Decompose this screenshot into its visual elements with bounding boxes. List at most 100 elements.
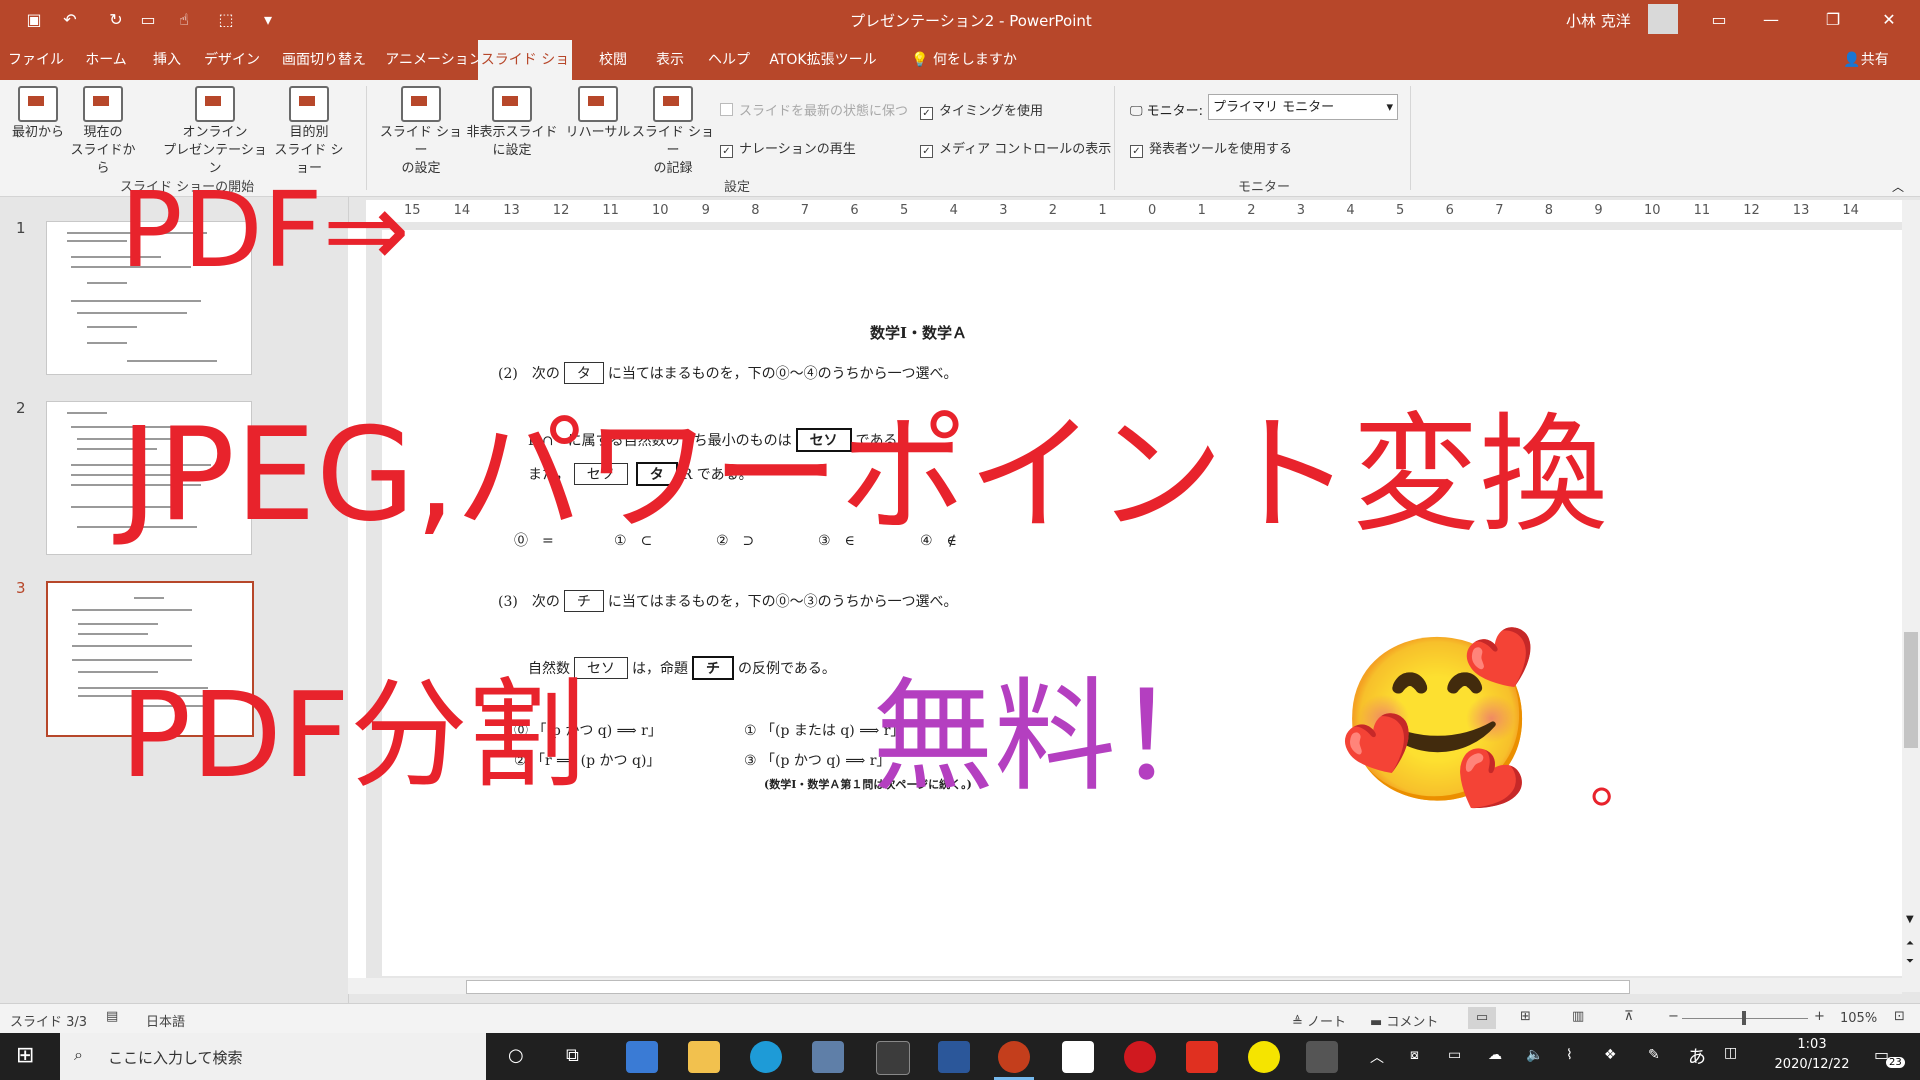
slide-canvas[interactable]: 数学Ⅰ・数学Ａ (2) 次のタに当てはまるものを，下の⓪～④のうちから一つ選べ。…	[382, 230, 1902, 976]
collapse-ribbon-icon[interactable]: ︿	[1892, 178, 1904, 195]
tab-animations[interactable]: アニメーション	[384, 40, 484, 80]
tray-app-icon[interactable]: ⧇	[1410, 1047, 1419, 1063]
thumb-number: 2	[16, 399, 26, 417]
ime-tool-icon[interactable]: ◫	[1724, 1045, 1737, 1061]
rehearse-button[interactable]: リハーサル	[564, 86, 632, 142]
tab-view[interactable]: 表示	[648, 40, 692, 80]
notification-badge: 23	[1886, 1057, 1905, 1068]
tab-transitions[interactable]: 画面切り替え	[272, 40, 376, 80]
fit-slide-icon[interactable]: ⊡	[1894, 1009, 1905, 1024]
tab-help[interactable]: ヘルプ	[700, 40, 758, 80]
present-icon[interactable]: ▭	[136, 8, 160, 32]
tab-home[interactable]: ホーム	[78, 40, 134, 80]
terminal-icon[interactable]	[876, 1041, 910, 1075]
reading-view-icon[interactable]: ▥	[1572, 1009, 1584, 1024]
windows-start-icon[interactable]: ⊞	[16, 1045, 34, 1067]
media-controls-checkbox[interactable]: ✓ メディア コントロールの表示	[920, 138, 1111, 158]
play-narration-checkbox[interactable]: ✓ ナレーションの再生	[720, 138, 856, 158]
tell-me-box[interactable]: 💡 何をしますか	[904, 40, 1024, 80]
taskbar: ⊞ ⌕ ここに入力して検索 ○ ⧉ ︿ ⧇ ▭ ☁ 🔈 ⌇ ❖ ✎ あ ◫ 1:…	[0, 1033, 1920, 1080]
notes-button[interactable]: ≜ ノート	[1292, 1011, 1346, 1030]
use-timings-checkbox[interactable]: ✓ タイミングを使用	[920, 100, 1043, 120]
tab-file[interactable]: ファイル	[6, 40, 66, 80]
vertical-scrollbar[interactable]: ▼ ⏶ ⏷	[1902, 200, 1920, 992]
monitor-select[interactable]: プライマリ モニター ▾	[1208, 94, 1398, 120]
touch-mode-icon[interactable]: ☝	[172, 8, 196, 32]
normal-view-icon[interactable]: ▭	[1468, 1007, 1496, 1029]
scroll-thumb[interactable]	[466, 980, 1630, 994]
redo-icon[interactable]: ↻	[104, 8, 128, 32]
customize-qat-icon[interactable]: ▾	[256, 8, 280, 32]
undo-icon[interactable]: ↶	[58, 8, 82, 32]
settings-app-icon[interactable]	[1186, 1041, 1218, 1073]
screenshot-icon[interactable]: ⬚	[214, 8, 238, 32]
ime-indicator[interactable]: あ	[1688, 1043, 1706, 1069]
custom-show-button[interactable]: 目的別 スライド ショー	[268, 86, 350, 178]
yellow-app-icon[interactable]	[1248, 1041, 1280, 1073]
zoom-slider-thumb[interactable]	[1742, 1011, 1746, 1025]
custom-show-icon	[289, 86, 329, 122]
ruler-tick-label: 0	[1148, 203, 1157, 218]
tab-atok[interactable]: ATOK拡張ツール	[766, 40, 880, 80]
restore-icon[interactable]: ❐	[1810, 0, 1856, 40]
presenter-view-checkbox[interactable]: ✓ 発表者ツールを使用する	[1130, 138, 1292, 158]
mail-icon[interactable]	[812, 1041, 844, 1073]
tab-slideshow[interactable]: スライド ショー	[478, 40, 572, 108]
scroll-down-icon[interactable]: ▼	[1906, 914, 1914, 925]
ribbon-display-icon[interactable]: ▭	[1696, 0, 1742, 40]
network-icon[interactable]: ⌇	[1566, 1047, 1573, 1063]
dropbox-tray-icon[interactable]: ❖	[1604, 1047, 1617, 1063]
battery-icon[interactable]: ▭	[1448, 1047, 1461, 1063]
zoom-out-icon[interactable]: −	[1668, 1009, 1679, 1024]
language-indicator[interactable]: 日本語	[146, 1011, 185, 1030]
hide-slide-button[interactable]: 非表示スライド に設定	[462, 86, 562, 160]
previous-slide-icon[interactable]: ⏶	[1906, 938, 1914, 949]
slideshow-view-icon[interactable]: ⊼	[1624, 1009, 1634, 1024]
zoom-in-icon[interactable]: +	[1814, 1009, 1825, 1024]
word-icon[interactable]	[938, 1041, 970, 1073]
minimize-icon[interactable]: —	[1748, 0, 1794, 40]
zoom-level[interactable]: 105%	[1840, 1011, 1877, 1026]
clock-time[interactable]: 1:03	[1764, 1037, 1860, 1052]
record-button[interactable]: スライド ショー の記録	[626, 86, 720, 178]
pen-icon[interactable]: ✎	[1648, 1047, 1660, 1063]
slide-sorter-icon[interactable]: ⊞	[1520, 1009, 1531, 1024]
ruler-tick-label: 14	[453, 203, 471, 218]
from-current-button[interactable]: 現在の スライドから	[66, 86, 140, 178]
dropbox-icon[interactable]	[1062, 1041, 1094, 1073]
edge-icon[interactable]	[750, 1041, 782, 1073]
clock-date[interactable]: 2020/12/22	[1764, 1057, 1860, 1072]
spellcheck-icon[interactable]: ▤	[106, 1009, 118, 1024]
security-icon[interactable]	[1124, 1041, 1156, 1073]
onedrive-icon[interactable]: ☁	[1488, 1047, 1502, 1063]
from-beginning-button[interactable]: 最初から	[8, 86, 68, 142]
volume-icon[interactable]: 🔈	[1526, 1047, 1543, 1063]
share-button[interactable]: 👤共有	[1830, 40, 1902, 80]
task-view-icon[interactable]: ⧉	[566, 1045, 579, 1066]
monitor-label: 🖵 モニター:	[1130, 104, 1204, 119]
slide-thumbnail-panel: 1 2 3	[0, 197, 349, 1003]
movie-maker-icon[interactable]	[1306, 1041, 1338, 1073]
thumb-number: 1	[16, 219, 26, 237]
comments-button[interactable]: ▬ コメント	[1370, 1011, 1438, 1030]
horizontal-scrollbar[interactable]	[348, 978, 1902, 994]
tab-insert[interactable]: 挿入	[142, 40, 192, 80]
setup-show-button[interactable]: スライド ショー の設定	[376, 86, 466, 178]
close-icon[interactable]: ✕	[1866, 0, 1912, 40]
next-slide-icon[interactable]: ⏷	[1906, 956, 1914, 967]
powerpoint-icon[interactable]	[998, 1041, 1030, 1073]
save-icon[interactable]: ▣	[22, 8, 46, 32]
file-explorer-icon[interactable]	[688, 1041, 720, 1073]
check-icon: ✓	[720, 145, 733, 158]
taskbar-search[interactable]: ⌕ ここに入力して検索	[60, 1033, 486, 1080]
tab-design[interactable]: デザイン	[200, 40, 264, 80]
ruler-tick-label: 10	[1644, 203, 1661, 218]
tray-chevron-icon[interactable]: ︿	[1370, 1047, 1384, 1067]
store-icon[interactable]	[626, 1041, 658, 1073]
online-present-button[interactable]: オンライン プレゼンテーション	[160, 86, 270, 178]
avatar[interactable]	[1648, 4, 1678, 34]
tab-review[interactable]: 校閲	[586, 40, 640, 80]
chevron-down-icon: ▾	[1386, 100, 1393, 115]
cortana-icon[interactable]: ○	[508, 1045, 524, 1066]
scroll-thumb[interactable]	[1904, 632, 1918, 748]
